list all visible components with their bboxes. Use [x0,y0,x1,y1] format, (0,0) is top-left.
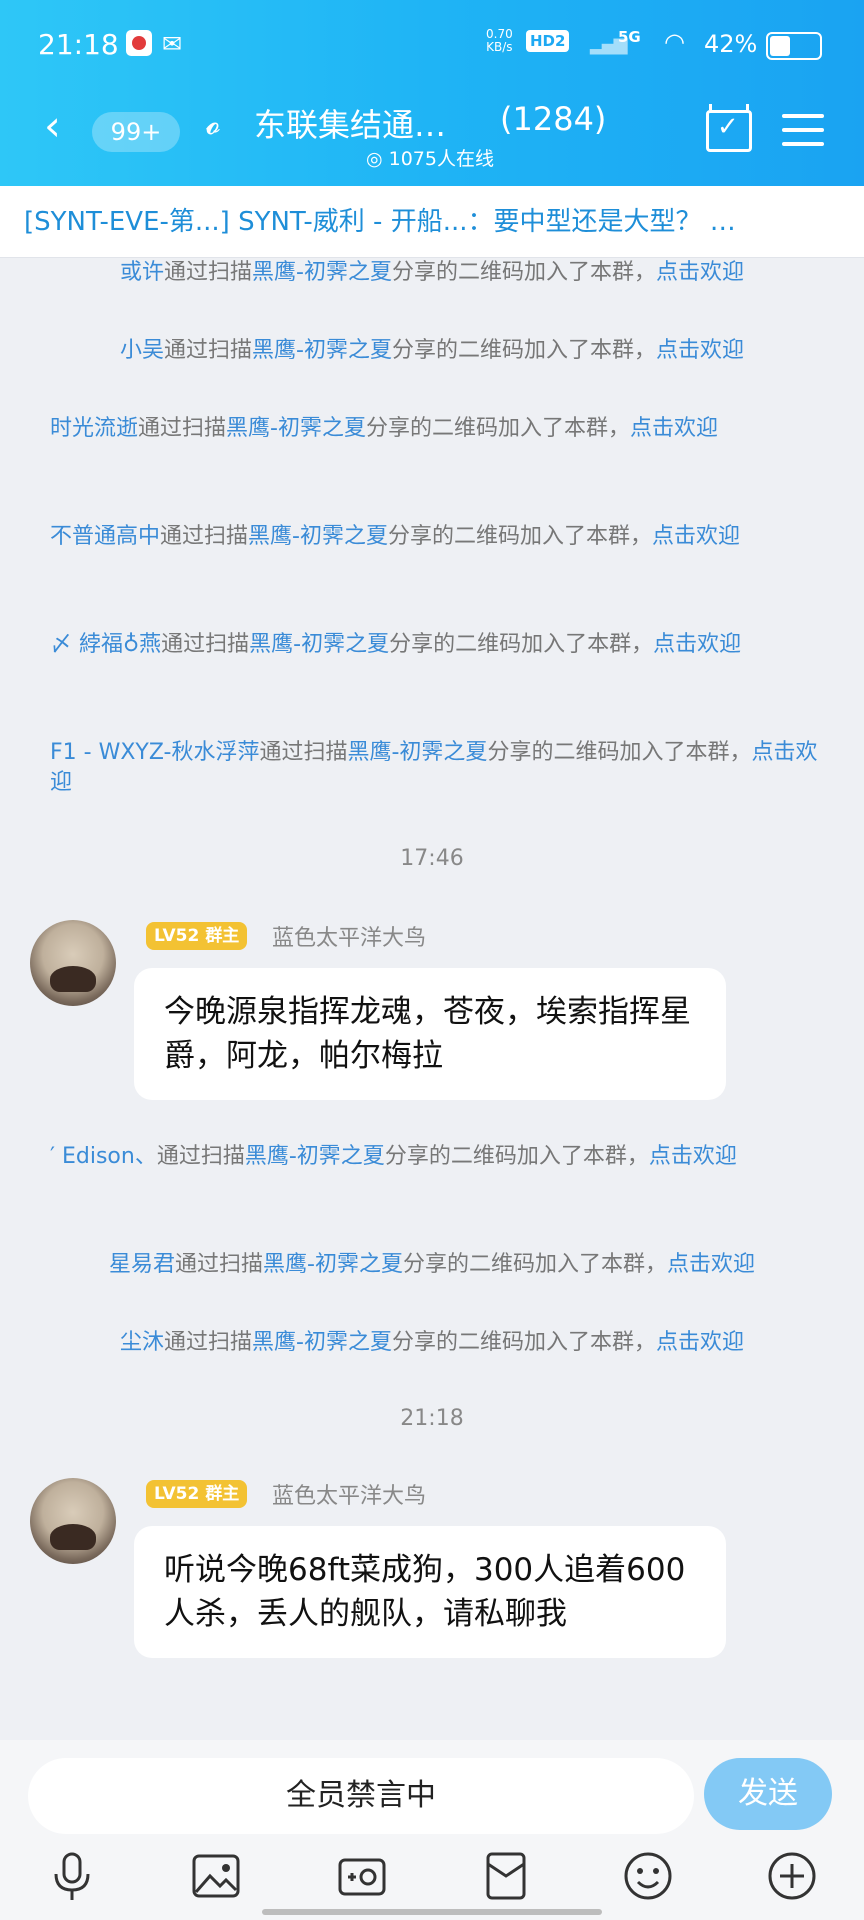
battery-percent: 42% [704,30,758,58]
welcome-link[interactable]: 点击欢迎 [656,1330,744,1355]
level-badge: LV52 群主 [146,1480,248,1508]
battery-icon [766,32,822,60]
calendar-checkin-icon[interactable] [706,104,752,152]
menu-icon[interactable] [782,114,824,156]
emoji-icon[interactable] [620,1848,676,1904]
system-join-message: 时光流逝通过扫描黑鹰-初霁之夏分享的二维码加入了本群，点击欢迎 [50,416,719,441]
network-speed: 0.70 KB/s [486,27,513,54]
avatar[interactable] [30,1478,116,1564]
status-time: 21:18 [38,28,119,61]
welcome-link[interactable]: 点击欢迎 [653,632,741,657]
message-bubble[interactable]: 听说今晚68ft菜成狗，300人追着600人杀，丢人的舰队，请私聊我 [134,1526,726,1658]
system-join-message: 不普通高中通过扫描黑鹰-初霁之夏分享的二维码加入了本群，点击欢迎 [50,524,741,549]
welcome-link[interactable]: 点击欢迎 [656,260,744,285]
send-button[interactable]: 发送 [704,1758,832,1830]
welcome-link[interactable]: 点击欢迎 [652,524,740,549]
sender-name[interactable]: 蓝色太平洋大鸟 [272,920,426,952]
wechat-icon: ✉ [162,30,183,58]
hd-icon: HD2 [526,30,570,52]
message-input[interactable]: 全员禁言中 [28,1758,694,1834]
notification-app-icon [126,30,152,56]
welcome-link[interactable]: 点击欢迎 [649,1144,737,1169]
system-join-message: F1 - WXYZ-秋水浮萍通过扫描黑鹰-初霁之夏分享的二维码加入了本群，点击欢… [50,740,818,795]
status-bar: 21:18 ✉ 0.70 KB/s HD2 ▂▄▆ 5G ◠ 42% [0,0,864,92]
network-type: 5G [618,28,641,46]
timestamp: 21:18 [400,1406,464,1431]
group-title[interactable]: 东联集结通… [254,100,446,146]
sender-name[interactable]: 蓝色太平洋大鸟 [272,1478,426,1510]
input-toolbar [0,1848,864,1908]
welcome-link[interactable]: 点击欢迎 [667,1252,755,1277]
home-indicator[interactable] [262,1909,602,1915]
top-bar: 21:18 ✉ 0.70 KB/s HD2 ▂▄▆ 5G ◠ 42% ‹ 99+ … [0,0,864,186]
image-icon[interactable] [188,1848,244,1904]
system-join-message: 〆 綍福♁燕通过扫描黑鹰-初霁之夏分享的二维码加入了本群，点击欢迎 [50,632,742,657]
welcome-link[interactable]: 点击欢迎 [630,416,718,441]
unread-badge[interactable]: 99+ [92,112,180,152]
input-area: 全员禁言中 发送 [0,1740,864,1920]
system-join-message: 小吴通过扫描黑鹰-初霁之夏分享的二维码加入了本群，点击欢迎 [119,338,744,363]
member-count[interactable]: (1284) [500,100,606,138]
avatar[interactable] [30,920,116,1006]
back-icon[interactable]: ‹ [44,105,74,147]
microphone-icon[interactable] [44,1848,100,1904]
system-join-message: ′ Edison、通过扫描黑鹰-初霁之夏分享的二维码加入了本群，点击欢迎 [50,1144,737,1169]
system-join-message: 或许通过扫描黑鹰-初霁之夏分享的二维码加入了本群，点击欢迎 [119,260,744,285]
system-join-message: 星易君通过扫描黑鹰-初霁之夏分享的二维码加入了本群，点击欢迎 [108,1252,755,1277]
message-bubble[interactable]: 今晚源泉指挥龙魂，苍夜，埃索指挥星爵，阿龙，帕尔梅拉 [134,968,726,1100]
chat-header: ‹ 99+ 𝓸 东联集结通… (1284) ◎ 1075人在线 [0,92,864,186]
level-badge: LV52 群主 [146,922,248,950]
system-join-message: 尘沐通过扫描黑鹰-初霁之夏分享的二维码加入了本群，点击欢迎 [119,1330,744,1355]
welcome-link[interactable]: 点击欢迎 [656,338,744,363]
ear-icon: 𝓸 [206,104,221,142]
online-count: ◎ 1075人在线 [366,148,494,170]
pinned-message-banner[interactable]: [SYNT-EVE-第...] SYNT-威利 - 开船...：要中型还是大型？… [0,186,864,258]
red-envelope-icon[interactable] [478,1848,534,1904]
camera-icon[interactable] [334,1848,390,1904]
wifi-icon: ◠ [664,28,685,56]
timestamp: 17:46 [400,846,464,871]
plus-icon[interactable] [764,1848,820,1904]
